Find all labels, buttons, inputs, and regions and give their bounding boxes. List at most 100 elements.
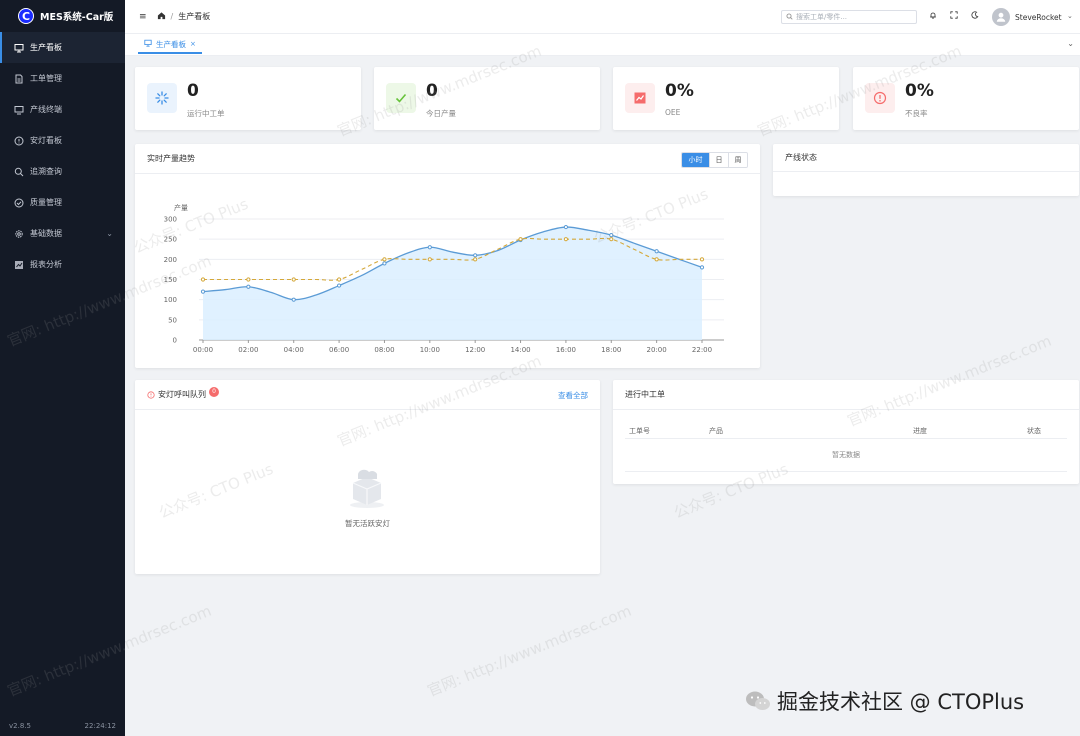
sidebar-item-reports[interactable]: 报表分析	[0, 249, 125, 280]
queue-count-badge: 0	[209, 386, 219, 397]
data-point	[200, 277, 206, 282]
stat-label: 运行中工单	[187, 109, 225, 118]
search-icon	[786, 12, 793, 22]
stat-value: 0%	[665, 81, 694, 101]
document-icon	[14, 74, 24, 84]
y-tick-label: 200	[164, 256, 177, 264]
line-status-header: 产线状态	[773, 144, 1079, 172]
search-placeholder: 搜索工单/零件...	[796, 13, 848, 21]
bell-icon[interactable]	[929, 11, 937, 21]
y-tick-label: 100	[164, 296, 177, 304]
desktop-icon	[14, 105, 24, 115]
data-point	[609, 237, 614, 242]
data-point	[427, 257, 432, 262]
app-version: v2.8.5	[9, 722, 31, 730]
andon-queue-card: 安灯呼叫队列 0 查看全部 暂无活跃安灯	[135, 380, 600, 574]
line-status-card: 产线状态	[773, 144, 1079, 196]
series-area	[203, 227, 702, 340]
data-point	[654, 257, 659, 262]
app-logo-icon: C	[18, 8, 34, 24]
data-point	[200, 289, 206, 294]
loading-icon	[147, 83, 177, 113]
column-header[interactable]: 工单号	[629, 426, 650, 436]
trend-card-header: 实时产量趋势 小时 日 周	[135, 144, 760, 174]
avatar[interactable]	[992, 8, 1010, 26]
x-tick-label: 16:00	[556, 346, 576, 354]
sidebar-item-label: 质量管理	[30, 198, 62, 207]
home-icon[interactable]	[157, 11, 166, 23]
menu-toggle-icon[interactable]: ≡	[139, 12, 147, 22]
stat-card-oee: 0% OEE	[613, 67, 839, 130]
sidebar-item-line-terminal[interactable]: 产线终端	[0, 94, 125, 125]
mode-week-button[interactable]: 周	[728, 153, 747, 167]
fullscreen-icon[interactable]	[950, 11, 958, 21]
empty-state-text: 暂无数据	[832, 451, 860, 459]
breadcrumb[interactable]: 生产看板	[178, 11, 210, 22]
empty-state-text: 暂无活跃安灯	[345, 519, 390, 528]
stat-card-today-output: 0 今日产量	[374, 67, 600, 130]
y-axis-label: 产量	[174, 203, 188, 212]
stat-label: OEE	[665, 108, 681, 117]
column-header[interactable]: 产品	[709, 426, 723, 436]
sidebar-footer: v2.8.5 22:24:12	[9, 722, 116, 730]
data-point	[699, 257, 705, 262]
y-tick-label: 0	[173, 337, 177, 345]
andon-queue-header: 安灯呼叫队列 0 查看全部	[135, 380, 600, 410]
sidebar-item-traceability[interactable]: 追溯查询	[0, 156, 125, 187]
stat-value: 0	[426, 81, 438, 101]
check-circle-icon	[14, 198, 24, 208]
y-tick-label: 250	[164, 236, 177, 244]
x-tick-label: 08:00	[374, 346, 394, 354]
mode-hour-button[interactable]: 小时	[682, 153, 709, 167]
table-empty-row: 暂无数据	[625, 439, 1067, 472]
column-header[interactable]: 状态	[1027, 426, 1041, 436]
check-icon	[386, 83, 416, 113]
tab-dashboard[interactable]: 生产看板 ×	[138, 36, 202, 54]
data-point	[291, 277, 296, 282]
column-header[interactable]: 进度	[913, 426, 927, 436]
sidebar-item-label: 产线终端	[30, 105, 62, 114]
clock: 22:24:12	[84, 722, 116, 730]
sidebar-item-label: 基础数据	[30, 229, 62, 238]
stat-value: 0%	[905, 81, 934, 101]
andon-queue-title: 安灯呼叫队列	[158, 390, 206, 399]
chevron-down-icon[interactable]: ⌄	[1067, 12, 1073, 20]
x-tick-label: 00:00	[193, 346, 213, 354]
y-tick-label: 50	[168, 316, 177, 324]
data-point	[246, 284, 251, 289]
brand[interactable]: C MES系统-Car版	[0, 0, 125, 32]
username[interactable]: SteveRocket	[1015, 13, 1062, 22]
sidebar-item-master-data[interactable]: 基础数据 ⌄	[0, 218, 125, 249]
data-point	[563, 224, 569, 230]
x-tick-label: 12:00	[465, 346, 485, 354]
x-tick-label: 20:00	[647, 346, 667, 354]
sidebar-item-work-orders[interactable]: 工单管理	[0, 63, 125, 94]
sidebar-item-andon-board[interactable]: 安灯看板	[0, 125, 125, 156]
stat-label: 今日产量	[426, 109, 456, 118]
search-icon	[14, 167, 24, 177]
dark-mode-icon[interactable]	[971, 11, 979, 21]
y-tick-label: 300	[164, 216, 177, 224]
sidebar-item-dashboard[interactable]: 生产看板	[0, 32, 125, 63]
x-tick-label: 10:00	[420, 346, 440, 354]
chevron-down-icon: ⌄	[106, 229, 113, 238]
orders-table-header: 工单号 产品 进度 状态	[625, 421, 1067, 439]
close-icon[interactable]: ×	[190, 40, 196, 48]
footer-brand-mark: 掘金技术社区 @ CTOPlus	[745, 686, 1024, 716]
view-all-link[interactable]: 查看全部	[558, 390, 588, 401]
tag-bar: 生产看板 × ⌄	[125, 34, 1080, 56]
sidebar-item-label: 工单管理	[30, 74, 62, 83]
wechat-icon	[746, 691, 770, 710]
mode-day-button[interactable]: 日	[709, 153, 728, 167]
trend-title: 实时产量趋势	[147, 154, 195, 163]
x-tick-label: 02:00	[238, 346, 258, 354]
sidebar-item-quality[interactable]: 质量管理	[0, 187, 125, 218]
data-point	[336, 283, 342, 288]
stat-card-defect-rate: 0% 不良率	[853, 67, 1079, 130]
warning-circle-icon	[865, 83, 895, 113]
data-point	[291, 297, 296, 302]
sidebar-nav: 生产看板 工单管理 产线终端 安灯看板 追溯查询 质量管理 基础数据 ⌄ 报表分…	[0, 32, 125, 280]
search-input[interactable]: 搜索工单/零件...	[781, 10, 917, 24]
trend-chart-icon	[625, 83, 655, 113]
chevron-down-icon[interactable]: ⌄	[1067, 39, 1074, 48]
